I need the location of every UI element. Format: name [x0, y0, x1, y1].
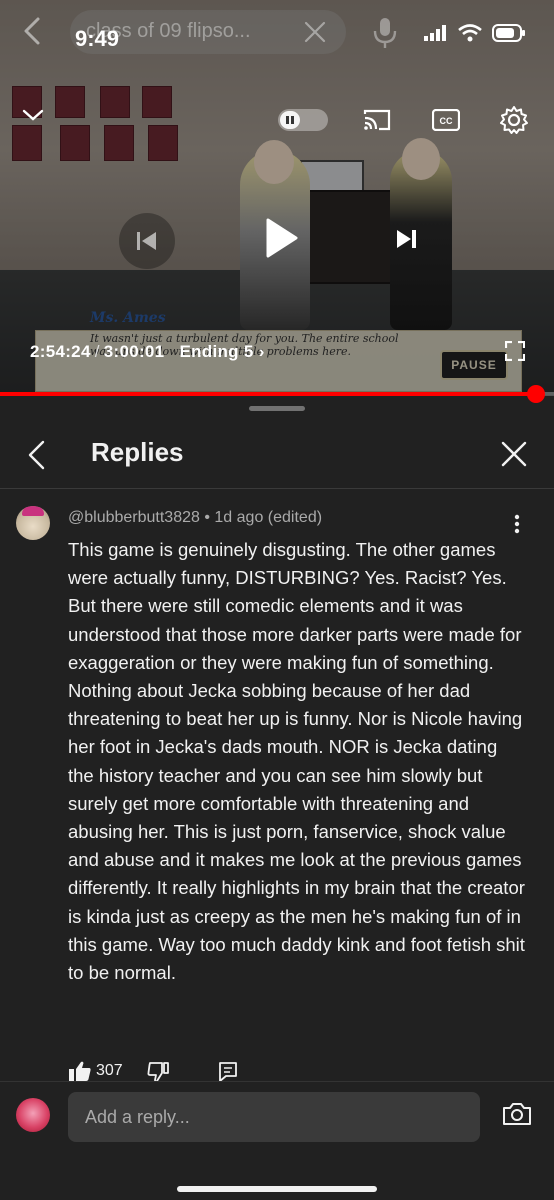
comment-timestamp: 1d ago (edited): [214, 509, 323, 526]
status-icons: [424, 24, 526, 42]
wifi-icon: [458, 24, 482, 42]
mic-icon[interactable]: [372, 16, 398, 55]
camera-icon[interactable]: [502, 1102, 532, 1131]
home-indicator: [177, 1186, 377, 1192]
play-icon[interactable]: [250, 208, 310, 273]
reply-bar: [0, 1082, 554, 1200]
minimize-icon[interactable]: [22, 108, 44, 127]
replies-panel: Replies @blubberbutt3828 • 1d ago (edite…: [0, 396, 554, 1200]
progress-bar[interactable]: [0, 385, 554, 403]
previous-icon[interactable]: [119, 213, 175, 274]
panel-header: Replies: [0, 418, 554, 489]
reply-input[interactable]: [68, 1092, 480, 1142]
fullscreen-icon[interactable]: [504, 340, 526, 366]
chevron-right-icon: ›: [258, 342, 265, 361]
back-arrow-icon[interactable]: [26, 440, 46, 475]
autoplay-toggle[interactable]: [278, 109, 328, 131]
progress-scrubber[interactable]: [526, 385, 545, 403]
chapter-title[interactable]: Ending 5 ›: [179, 342, 264, 361]
signal-icon: [424, 25, 446, 41]
my-avatar: [16, 1098, 50, 1132]
status-time: 9:49: [75, 26, 120, 51]
comment-text: This game is genuinely disgusting. The o…: [68, 539, 525, 984]
drag-handle[interactable]: [249, 406, 305, 411]
time-readout: 2:54:24/3:00:01 Ending 5 ›: [30, 342, 265, 362]
cast-icon[interactable]: [363, 108, 391, 137]
avatar[interactable]: [16, 506, 50, 540]
chapter-label: Ending 5: [179, 342, 254, 361]
comment-author[interactable]: @blubberbutt3828: [68, 509, 200, 526]
controls-overlay: [0, 0, 554, 395]
panel-title: Replies: [91, 437, 184, 467]
meta-separator: •: [204, 509, 215, 526]
svg-text:CC: CC: [440, 116, 453, 126]
clear-search-icon[interactable]: [303, 20, 327, 49]
video-player[interactable]: Ms. Ames It wasn't just a turbulent day …: [0, 0, 554, 395]
current-time: 2:54:24: [30, 342, 91, 361]
time-separator: /: [94, 342, 100, 361]
captions-icon[interactable]: CC: [431, 108, 461, 136]
next-icon[interactable]: [392, 224, 422, 259]
battery-icon: [492, 24, 525, 42]
comment-author-line: @blubberbutt3828 • 1d ago (edited): [68, 509, 322, 527]
like-count: 307: [96, 1062, 123, 1079]
close-icon[interactable]: [500, 440, 528, 473]
settings-gear-icon[interactable]: [499, 105, 529, 140]
progress-fill: [0, 392, 536, 396]
back-icon[interactable]: [22, 16, 42, 51]
duration: 3:00:01: [103, 342, 165, 361]
